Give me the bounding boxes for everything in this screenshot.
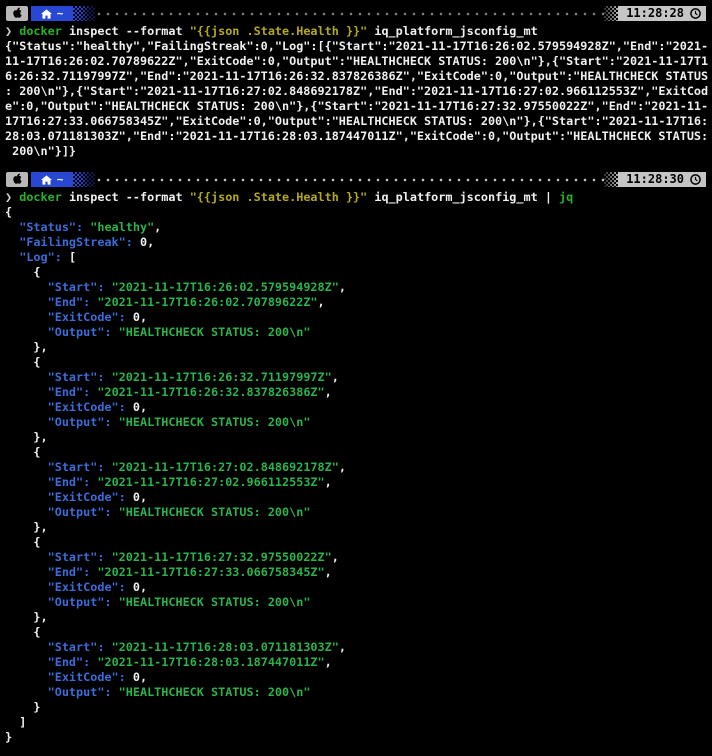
terminal-line: "Output": "HEALTHCHECK STATUS: 200\n"	[47, 595, 311, 609]
terminal-line: {"Status":"healthy","FailingStreak":0,"L…	[5, 39, 709, 53]
terminal-line: {	[5, 265, 41, 279]
apple-icon	[12, 7, 22, 18]
terminal-pane-2: ~ 11:28:30 ❯ docker inspect --format "{{…	[0, 172, 712, 745]
terminal-line: 6:26:32.71197997Z","End":"2021-11-17T16:…	[5, 69, 709, 83]
clock-widget: 11:28:30	[618, 172, 706, 187]
terminal-line: "End": "2021-11-17T16:27:33.066758345Z",	[47, 565, 332, 579]
statusbar: ~ 11:28:28	[6, 6, 706, 21]
clock-time: 11:28:28	[626, 6, 684, 20]
terminal-line: }	[5, 700, 41, 714]
terminal-line: "Log": [	[19, 250, 77, 264]
terminal-line: "ExitCode": 0,	[47, 490, 148, 504]
terminal-line: "ExitCode": 0,	[47, 580, 148, 594]
terminal-line: }	[5, 730, 13, 744]
terminal-line: 11-17T16:26:02.70789622Z","ExitCode":0,"…	[5, 54, 709, 68]
clock-time: 11:28:30	[626, 172, 684, 186]
dither-decoration	[604, 172, 619, 187]
terminal-line: "ExitCode": 0,	[47, 670, 148, 684]
statusbar-dotted-fill	[95, 6, 605, 21]
terminal-line: },	[5, 340, 48, 354]
terminal-line: "Start": "2021-11-17T16:27:32.97550022Z"…	[47, 550, 339, 564]
apple-menu-badge[interactable]	[6, 172, 28, 187]
terminal-line: "Start": "2021-11-17T16:28:03.071181303Z…	[47, 640, 346, 654]
statusbar-dotted-fill	[95, 172, 605, 187]
terminal-line: ]	[5, 715, 27, 729]
terminal-line: "Output": "HEALTHCHECK STATUS: 200\n"	[47, 505, 311, 519]
terminal-line: "ExitCode": 0,	[47, 400, 148, 414]
terminal-line: {	[5, 205, 13, 219]
terminal-line: "Start": "2021-11-17T16:26:02.579594928Z…	[47, 280, 346, 294]
terminal-line: "FailingStreak": 0,	[19, 235, 155, 249]
session-badge[interactable]: ~	[31, 6, 73, 21]
terminal-line: "End": "2021-11-17T16:28:03.187447011Z",	[47, 655, 332, 669]
home-icon	[40, 8, 52, 19]
session-path-label: ~	[56, 7, 64, 20]
terminal-line: 28:03.071181303Z","End":"2021-11-17T16:2…	[5, 129, 709, 143]
terminal-line: {	[5, 445, 41, 459]
terminal-line: "Output": "HEALTHCHECK STATUS: 200\n"	[47, 685, 311, 699]
terminal-line: "Output": "HEALTHCHECK STATUS: 200\n"	[47, 415, 311, 429]
terminal-line: },	[5, 610, 48, 624]
apple-icon	[12, 173, 22, 184]
session-badge[interactable]: ~	[31, 172, 73, 187]
dither-decoration	[604, 6, 619, 21]
terminal-output-raw[interactable]: ❯ docker inspect --format "{{json .State…	[0, 21, 712, 159]
terminal-line: "Start": "2021-11-17T16:26:32.71197997Z"…	[47, 370, 339, 384]
session-path-label: ~	[56, 173, 64, 186]
terminal-line: "End": "2021-11-17T16:27:02.966112553Z",	[47, 475, 332, 489]
terminal-line: {	[5, 625, 41, 639]
terminal-line: 17T16:27:33.066758345Z","ExitCode":0,"Ou…	[5, 114, 709, 128]
dither-decoration	[73, 172, 95, 187]
clock-icon	[690, 174, 701, 185]
terminal-line: e":0,"Output":"HEALTHCHECK STATUS: 200\n…	[5, 99, 709, 113]
terminal-pane-1: ~ 11:28:28 ❯ docker inspect --format "{{…	[0, 6, 712, 159]
command-line: ❯ docker inspect --format "{{json .State…	[5, 24, 538, 38]
terminal-line: : 200\n"},{"Start":"2021-11-17T16:27:02.…	[5, 84, 709, 98]
command-line: ❯ docker inspect --format "{{json .State…	[5, 190, 574, 204]
terminal-line: "Start": "2021-11-17T16:27:02.848692178Z…	[47, 460, 346, 474]
terminal-output-jq[interactable]: ❯ docker inspect --format "{{json .State…	[0, 187, 712, 745]
terminal-line: "Status": "healthy",	[19, 220, 162, 234]
terminal-line: },	[5, 430, 48, 444]
terminal-line: {	[5, 355, 41, 369]
terminal-line: },	[5, 520, 48, 534]
dither-decoration	[73, 6, 95, 21]
home-icon	[40, 174, 52, 185]
terminal-line: "ExitCode": 0,	[47, 310, 148, 324]
terminal-line: "End": "2021-11-17T16:26:02.70789622Z",	[47, 295, 325, 309]
clock-widget: 11:28:28	[618, 6, 706, 21]
terminal-line: {	[5, 535, 41, 549]
terminal-line: "End": "2021-11-17T16:26:32.837826386Z",	[47, 385, 332, 399]
clock-icon	[690, 8, 701, 19]
apple-menu-badge[interactable]	[6, 6, 28, 21]
terminal-line: "Output": "HEALTHCHECK STATUS: 200\n"	[47, 325, 311, 339]
statusbar: ~ 11:28:30	[6, 172, 706, 187]
terminal-line: 200\n"}]}	[5, 144, 77, 158]
